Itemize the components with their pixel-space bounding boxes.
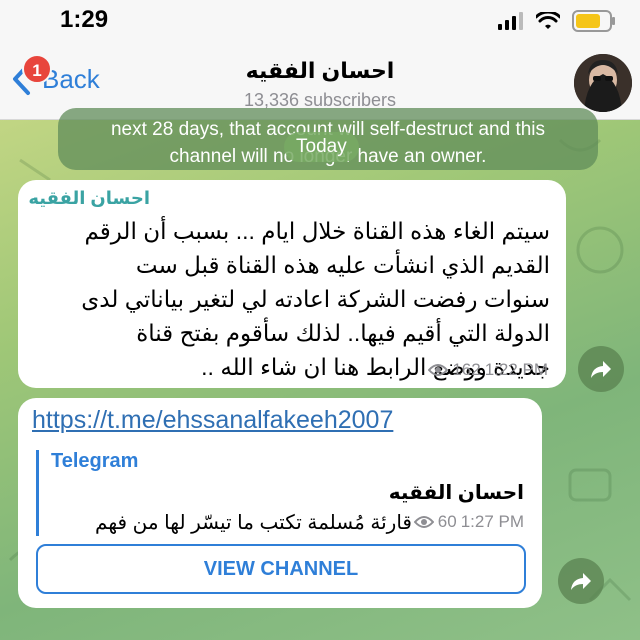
eye-icon <box>428 364 449 376</box>
sender-name[interactable]: احسان الفقيه <box>28 188 150 209</box>
view-count: 60 <box>437 512 457 531</box>
share-button[interactable] <box>578 346 624 392</box>
battery-icon <box>572 10 615 32</box>
message-line: سنوات رفضت الشركة اعادته لي لتغير بيانات… <box>81 286 550 312</box>
preview-site-name: Telegram <box>51 450 139 472</box>
status-bar: 1:29 <box>0 0 640 44</box>
message-meta: 60 1:27 PM <box>413 512 524 532</box>
message-line: سيتم الغاء هذه القناة خلال ايام ... بسبب… <box>84 218 550 244</box>
status-time: 1:29 <box>60 6 109 33</box>
view-count: 162 <box>452 360 481 379</box>
link-preview[interactable]: Telegram احسان الفقيه قارئة مُسلمة تكتب … <box>36 450 524 536</box>
preview-title: احسان الفقيه <box>388 482 524 504</box>
message-bubble[interactable]: احسان الفقيه سيتم الغاء هذه القناة خلال … <box>18 180 566 388</box>
message-meta: 162 1:22 PM <box>428 360 548 380</box>
status-icons <box>498 10 616 32</box>
message-time: 1:27 PM <box>460 512 524 531</box>
channel-title[interactable]: احسان الفقيه <box>0 58 640 84</box>
avatar-image <box>574 54 632 112</box>
share-button[interactable] <box>558 558 604 604</box>
channel-avatar[interactable] <box>574 54 632 112</box>
wifi-icon <box>536 12 560 29</box>
message-line: الدولة التي أقيم فيها.. لذلك سأقوم بفتح … <box>136 320 550 346</box>
message-link[interactable]: https://t.me/ehssanalfakeeh2007 <box>32 406 393 435</box>
signal-icon <box>498 12 523 30</box>
message-time: 1:22 PM <box>484 360 548 379</box>
share-arrow-icon <box>571 573 591 590</box>
preview-description: قارئة مُسلمة تكتب ما تيسّر لها من فهم <box>95 512 412 534</box>
message-line: القديم الذي انشأت عليه هذه القناة قبل ست <box>135 252 550 278</box>
eye-icon <box>413 516 434 528</box>
date-pill: Today <box>284 132 359 162</box>
message-bubble[interactable]: https://t.me/ehssanalfakeeh2007 Telegram… <box>18 398 542 608</box>
share-arrow-icon <box>591 361 611 378</box>
view-channel-button[interactable]: VIEW CHANNEL <box>36 544 526 594</box>
message-text: سيتم الغاء هذه القناة خلال ايام ... بسبب… <box>32 214 550 384</box>
